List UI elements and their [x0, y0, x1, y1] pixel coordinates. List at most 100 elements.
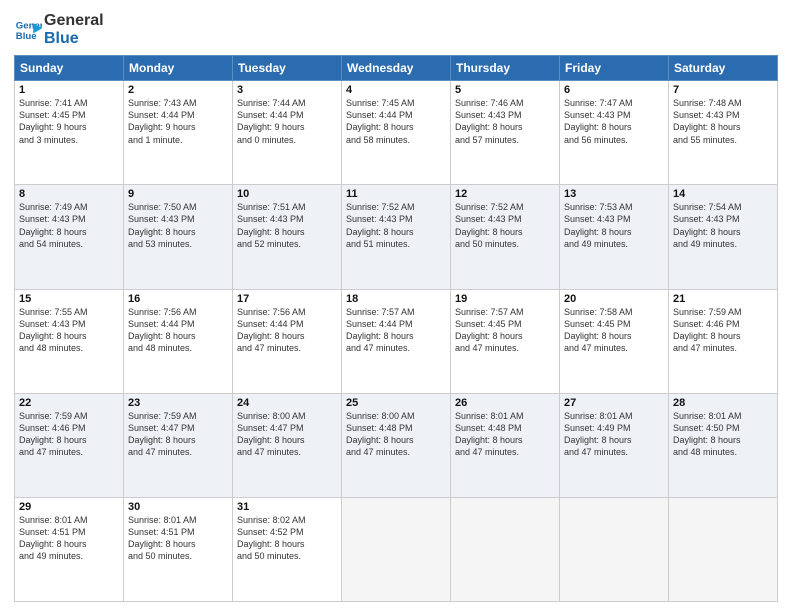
day-number: 6 — [564, 84, 664, 96]
day-info: Sunrise: 7:59 AM Sunset: 4:47 PM Dayligh… — [128, 410, 228, 459]
day-cell-17: 17Sunrise: 7:56 AM Sunset: 4:44 PM Dayli… — [233, 289, 342, 393]
day-number: 29 — [19, 501, 119, 513]
weekday-header-wednesday: Wednesday — [342, 56, 451, 81]
week-row-1: 1Sunrise: 7:41 AM Sunset: 4:45 PM Daylig… — [15, 81, 778, 185]
day-number: 13 — [564, 188, 664, 200]
day-number: 4 — [346, 84, 446, 96]
day-info: Sunrise: 7:47 AM Sunset: 4:43 PM Dayligh… — [564, 97, 664, 146]
day-info: Sunrise: 7:58 AM Sunset: 4:45 PM Dayligh… — [564, 306, 664, 355]
day-info: Sunrise: 8:01 AM Sunset: 4:50 PM Dayligh… — [673, 410, 773, 459]
day-info: Sunrise: 7:46 AM Sunset: 4:43 PM Dayligh… — [455, 97, 555, 146]
day-number: 12 — [455, 188, 555, 200]
day-info: Sunrise: 8:02 AM Sunset: 4:52 PM Dayligh… — [237, 514, 337, 563]
day-info: Sunrise: 7:59 AM Sunset: 4:46 PM Dayligh… — [673, 306, 773, 355]
day-cell-12: 12Sunrise: 7:52 AM Sunset: 4:43 PM Dayli… — [451, 185, 560, 289]
week-row-4: 22Sunrise: 7:59 AM Sunset: 4:46 PM Dayli… — [15, 393, 778, 497]
day-info: Sunrise: 7:59 AM Sunset: 4:46 PM Dayligh… — [19, 410, 119, 459]
day-cell-21: 21Sunrise: 7:59 AM Sunset: 4:46 PM Dayli… — [669, 289, 778, 393]
day-cell-3: 3Sunrise: 7:44 AM Sunset: 4:44 PM Daylig… — [233, 81, 342, 185]
day-cell-18: 18Sunrise: 7:57 AM Sunset: 4:44 PM Dayli… — [342, 289, 451, 393]
calendar-table: SundayMondayTuesdayWednesdayThursdayFrid… — [14, 55, 778, 602]
day-number: 10 — [237, 188, 337, 200]
day-info: Sunrise: 7:55 AM Sunset: 4:43 PM Dayligh… — [19, 306, 119, 355]
day-number: 2 — [128, 84, 228, 96]
weekday-header-saturday: Saturday — [669, 56, 778, 81]
day-info: Sunrise: 7:50 AM Sunset: 4:43 PM Dayligh… — [128, 201, 228, 250]
day-number: 21 — [673, 293, 773, 305]
page: General Blue GeneralBlue SundayMondayTue… — [0, 0, 792, 612]
day-number: 23 — [128, 397, 228, 409]
day-info: Sunrise: 7:56 AM Sunset: 4:44 PM Dayligh… — [237, 306, 337, 355]
day-cell-27: 27Sunrise: 8:01 AM Sunset: 4:49 PM Dayli… — [560, 393, 669, 497]
day-cell-7: 7Sunrise: 7:48 AM Sunset: 4:43 PM Daylig… — [669, 81, 778, 185]
day-cell-15: 15Sunrise: 7:55 AM Sunset: 4:43 PM Dayli… — [15, 289, 124, 393]
day-number: 18 — [346, 293, 446, 305]
weekday-header-friday: Friday — [560, 56, 669, 81]
day-cell-20: 20Sunrise: 7:58 AM Sunset: 4:45 PM Dayli… — [560, 289, 669, 393]
day-info: Sunrise: 7:53 AM Sunset: 4:43 PM Dayligh… — [564, 201, 664, 250]
day-number: 5 — [455, 84, 555, 96]
day-cell-13: 13Sunrise: 7:53 AM Sunset: 4:43 PM Dayli… — [560, 185, 669, 289]
day-number: 22 — [19, 397, 119, 409]
day-cell-24: 24Sunrise: 8:00 AM Sunset: 4:47 PM Dayli… — [233, 393, 342, 497]
day-info: Sunrise: 7:41 AM Sunset: 4:45 PM Dayligh… — [19, 97, 119, 146]
day-cell-30: 30Sunrise: 8:01 AM Sunset: 4:51 PM Dayli… — [124, 497, 233, 601]
weekday-header-monday: Monday — [124, 56, 233, 81]
day-info: Sunrise: 7:56 AM Sunset: 4:44 PM Dayligh… — [128, 306, 228, 355]
day-cell-10: 10Sunrise: 7:51 AM Sunset: 4:43 PM Dayli… — [233, 185, 342, 289]
weekday-header-sunday: Sunday — [15, 56, 124, 81]
weekday-header-thursday: Thursday — [451, 56, 560, 81]
day-number: 28 — [673, 397, 773, 409]
weekday-header-tuesday: Tuesday — [233, 56, 342, 81]
day-cell-11: 11Sunrise: 7:52 AM Sunset: 4:43 PM Dayli… — [342, 185, 451, 289]
day-info: Sunrise: 7:51 AM Sunset: 4:43 PM Dayligh… — [237, 201, 337, 250]
day-cell-31: 31Sunrise: 8:02 AM Sunset: 4:52 PM Dayli… — [233, 497, 342, 601]
day-info: Sunrise: 7:52 AM Sunset: 4:43 PM Dayligh… — [455, 201, 555, 250]
day-info: Sunrise: 7:57 AM Sunset: 4:45 PM Dayligh… — [455, 306, 555, 355]
day-number: 16 — [128, 293, 228, 305]
day-info: Sunrise: 8:00 AM Sunset: 4:48 PM Dayligh… — [346, 410, 446, 459]
day-number: 7 — [673, 84, 773, 96]
day-cell-26: 26Sunrise: 8:01 AM Sunset: 4:48 PM Dayli… — [451, 393, 560, 497]
day-cell-29: 29Sunrise: 8:01 AM Sunset: 4:51 PM Dayli… — [15, 497, 124, 601]
week-row-3: 15Sunrise: 7:55 AM Sunset: 4:43 PM Dayli… — [15, 289, 778, 393]
day-info: Sunrise: 8:01 AM Sunset: 4:48 PM Dayligh… — [455, 410, 555, 459]
day-number: 1 — [19, 84, 119, 96]
day-cell-14: 14Sunrise: 7:54 AM Sunset: 4:43 PM Dayli… — [669, 185, 778, 289]
day-info: Sunrise: 7:45 AM Sunset: 4:44 PM Dayligh… — [346, 97, 446, 146]
day-number: 20 — [564, 293, 664, 305]
day-cell-16: 16Sunrise: 7:56 AM Sunset: 4:44 PM Dayli… — [124, 289, 233, 393]
day-number: 25 — [346, 397, 446, 409]
day-cell-22: 22Sunrise: 7:59 AM Sunset: 4:46 PM Dayli… — [15, 393, 124, 497]
day-number: 17 — [237, 293, 337, 305]
day-cell-1: 1Sunrise: 7:41 AM Sunset: 4:45 PM Daylig… — [15, 81, 124, 185]
day-info: Sunrise: 7:43 AM Sunset: 4:44 PM Dayligh… — [128, 97, 228, 146]
day-number: 3 — [237, 84, 337, 96]
day-number: 14 — [673, 188, 773, 200]
day-info: Sunrise: 8:00 AM Sunset: 4:47 PM Dayligh… — [237, 410, 337, 459]
day-cell-8: 8Sunrise: 7:49 AM Sunset: 4:43 PM Daylig… — [15, 185, 124, 289]
day-number: 19 — [455, 293, 555, 305]
day-cell-28: 28Sunrise: 8:01 AM Sunset: 4:50 PM Dayli… — [669, 393, 778, 497]
header: General Blue GeneralBlue — [14, 12, 778, 47]
day-info: Sunrise: 7:49 AM Sunset: 4:43 PM Dayligh… — [19, 201, 119, 250]
day-number: 26 — [455, 397, 555, 409]
logo-area: General Blue GeneralBlue — [14, 12, 104, 47]
day-info: Sunrise: 8:01 AM Sunset: 4:51 PM Dayligh… — [19, 514, 119, 563]
day-info: Sunrise: 7:44 AM Sunset: 4:44 PM Dayligh… — [237, 97, 337, 146]
day-number: 9 — [128, 188, 228, 200]
day-number: 8 — [19, 188, 119, 200]
week-row-5: 29Sunrise: 8:01 AM Sunset: 4:51 PM Dayli… — [15, 497, 778, 601]
day-cell-19: 19Sunrise: 7:57 AM Sunset: 4:45 PM Dayli… — [451, 289, 560, 393]
empty-cell — [669, 497, 778, 601]
day-cell-4: 4Sunrise: 7:45 AM Sunset: 4:44 PM Daylig… — [342, 81, 451, 185]
week-row-2: 8Sunrise: 7:49 AM Sunset: 4:43 PM Daylig… — [15, 185, 778, 289]
day-info: Sunrise: 7:54 AM Sunset: 4:43 PM Dayligh… — [673, 201, 773, 250]
day-number: 11 — [346, 188, 446, 200]
day-cell-23: 23Sunrise: 7:59 AM Sunset: 4:47 PM Dayli… — [124, 393, 233, 497]
day-cell-9: 9Sunrise: 7:50 AM Sunset: 4:43 PM Daylig… — [124, 185, 233, 289]
logo-icon: General Blue — [14, 16, 42, 44]
day-info: Sunrise: 8:01 AM Sunset: 4:51 PM Dayligh… — [128, 514, 228, 563]
day-cell-6: 6Sunrise: 7:47 AM Sunset: 4:43 PM Daylig… — [560, 81, 669, 185]
day-info: Sunrise: 7:48 AM Sunset: 4:43 PM Dayligh… — [673, 97, 773, 146]
